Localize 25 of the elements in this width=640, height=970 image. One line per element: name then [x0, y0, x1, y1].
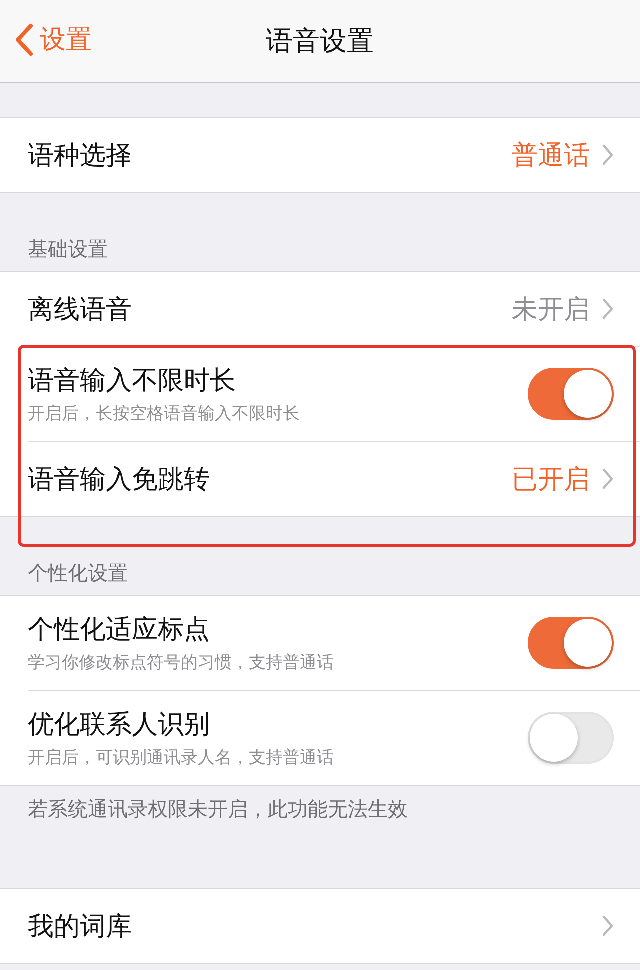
row-label: 语音输入不限时长 — [28, 365, 237, 398]
row-value: 未开启 — [512, 294, 590, 326]
row-label: 语音输入免跳转 — [28, 464, 211, 496]
row-description: 学习你修改标点符号的习惯，支持普通话 — [28, 652, 335, 674]
row-label: 优化联系人识别 — [28, 709, 211, 742]
chevron-icon — [602, 298, 614, 320]
chevron-icon — [602, 144, 614, 166]
section-header: 基础设置 — [27, 236, 109, 263]
page-title: 语音设置 — [266, 25, 374, 59]
chevron-icon — [602, 468, 614, 490]
toggle-switch[interactable] — [528, 368, 614, 420]
row-description: 开启后，可识别通讯录人名，支持普通话 — [28, 747, 335, 769]
row-label: 离线语音 — [28, 294, 133, 326]
toggle-switch[interactable] — [528, 617, 614, 669]
back-button[interactable]: 设置 — [14, 22, 92, 57]
row-label: 我的词库 — [28, 910, 133, 944]
row-label: 个性化适应标点 — [28, 614, 211, 647]
row-label: 语种选择 — [28, 140, 133, 172]
section-footer: 若系统通讯录权限未开启，此功能无法生效 — [0, 786, 640, 854]
row-description: 开启后，长按空格语音输入不限时长 — [28, 403, 301, 425]
section-header: 个性化设置 — [27, 560, 129, 587]
chevron-icon — [602, 915, 614, 937]
row-value: 普通话 — [512, 140, 590, 172]
row-value: 已开启 — [512, 464, 590, 496]
back-icon — [14, 22, 34, 56]
